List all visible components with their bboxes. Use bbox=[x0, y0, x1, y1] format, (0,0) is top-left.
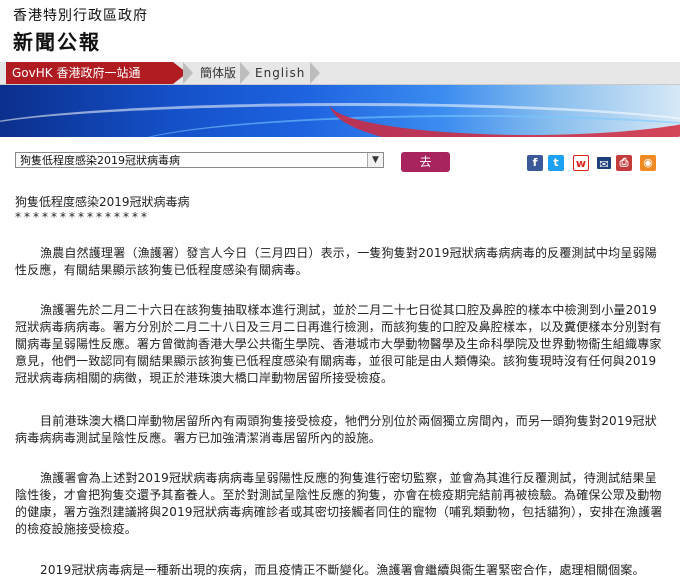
article-paragraph: 漁護署會為上述對2019冠狀病毒病病毒呈弱陽性反應的狗隻進行密切監察，並會為其進… bbox=[15, 471, 663, 536]
print-icon[interactable]: ⎙ bbox=[616, 155, 632, 171]
article-title: 狗隻低程度感染2019冠狀病毒病 bbox=[15, 195, 190, 209]
nav-divider bbox=[183, 62, 193, 84]
govhk-link[interactable]: GovHK 香港政府一站通 bbox=[6, 62, 187, 84]
simplified-chinese-link[interactable]: 簡体版 bbox=[200, 62, 236, 84]
government-name[interactable]: 香港特別行政區政府 bbox=[13, 5, 148, 25]
select-value: 狗隻低程度感染2019冠狀病毒病 bbox=[20, 154, 180, 167]
twitter-icon[interactable]: t bbox=[548, 155, 564, 171]
article-paragraph: 2019冠狀病毒病是一種新出現的疾病，而且疫情正不斷變化。漁護署會繼續與衞生署緊… bbox=[40, 563, 645, 577]
facebook-icon[interactable]: f bbox=[527, 155, 543, 171]
email-icon[interactable]: ✉ bbox=[597, 157, 611, 171]
site-header: 香港特別行政區政府 新聞公報 bbox=[0, 0, 680, 62]
title-separator: *************** bbox=[15, 210, 150, 224]
go-button[interactable]: 去 bbox=[401, 152, 450, 172]
english-link[interactable]: English bbox=[255, 62, 305, 84]
weibo-icon[interactable]: w bbox=[573, 155, 589, 171]
chevron-down-icon[interactable]: ▼ bbox=[367, 153, 383, 167]
press-releases-title[interactable]: 新聞公報 bbox=[13, 26, 101, 55]
top-nav-bar: GovHK 香港政府一站通 簡体版 English bbox=[0, 62, 680, 85]
rss-icon[interactable]: ◉ bbox=[640, 155, 656, 171]
press-release-select[interactable]: 狗隻低程度感染2019冠狀病毒病 ▼ bbox=[15, 152, 384, 168]
article-paragraph: 漁農自然護理署（漁護署）發言人今日（三月四日）表示，一隻狗隻對2019冠狀病毒病… bbox=[15, 246, 657, 277]
nav-divider bbox=[240, 62, 250, 84]
article-paragraph: 目前港珠澳大橋口岸動物居留所內有兩頭狗隻接受檢疫，牠們分別位於兩個獨立房間內，而… bbox=[15, 414, 657, 445]
nav-divider bbox=[310, 62, 320, 84]
article-paragraph: 漁護署先於二月二十六日在該狗隻抽取樣本進行測試，並於二月二十七日從其口腔及鼻腔的… bbox=[15, 303, 662, 385]
header-banner bbox=[0, 85, 680, 137]
